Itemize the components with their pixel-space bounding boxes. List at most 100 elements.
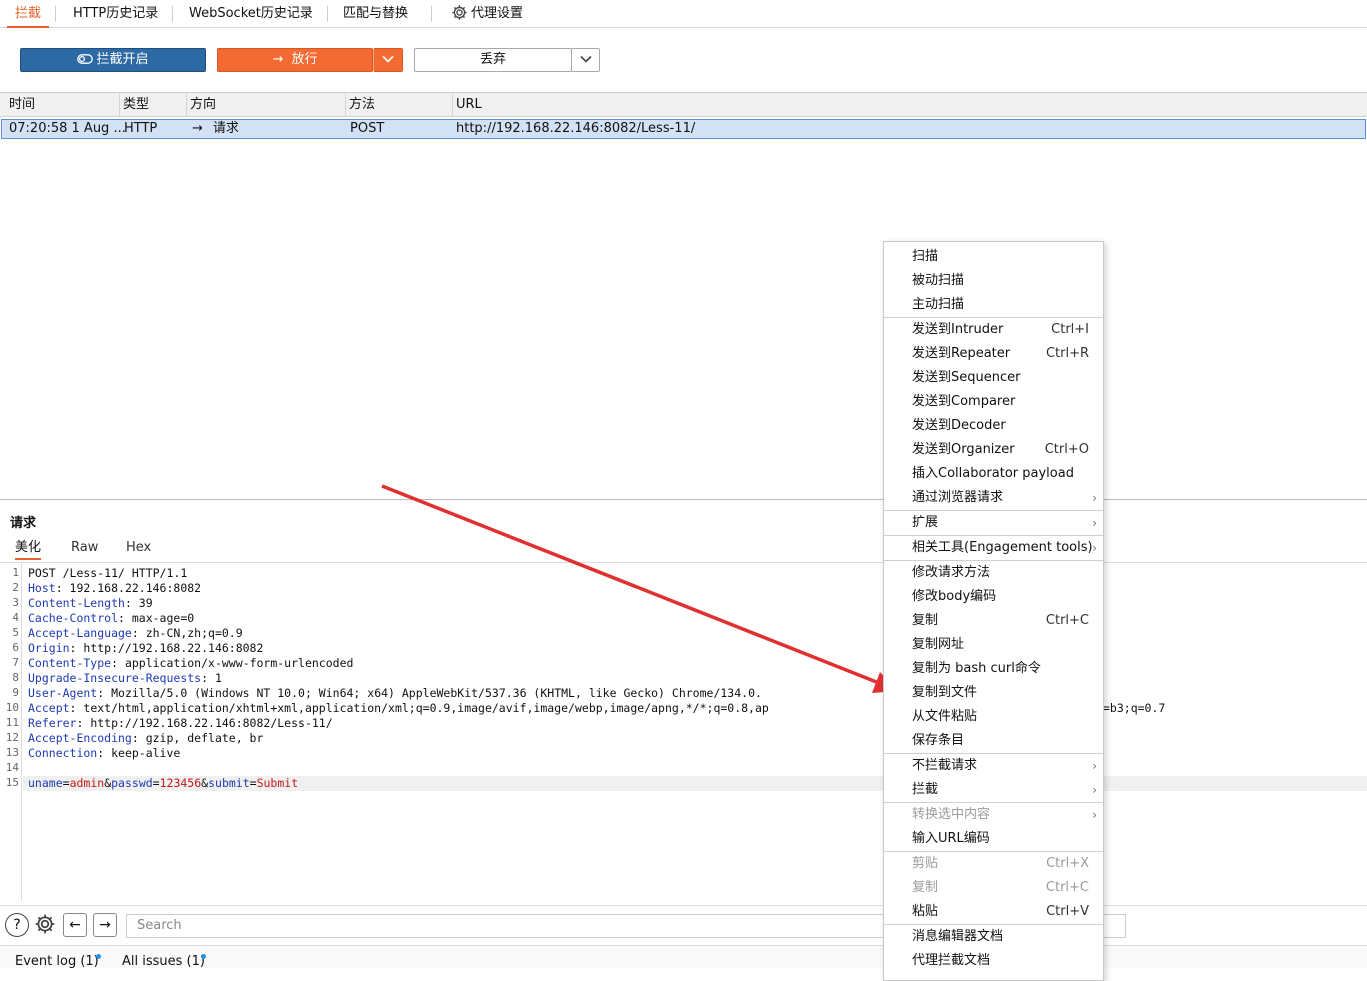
menu-item[interactable]: 发送到Repeater Ctrl+R [884, 342, 1103, 366]
menu-item-label: 复制网址 [912, 637, 965, 652]
code-line: Cache-Control: max-age=0 [28, 611, 194, 625]
menu-item[interactable]: 消息编辑器文档 [884, 925, 1103, 949]
request-body[interactable]: uname=admin&passwd=123456&submit=Submit [28, 776, 298, 790]
table-row[interactable]: 07:20:58 1 Aug ... HTTP → 请求 POST http://… [1, 119, 1366, 139]
menu-item[interactable]: 拦截 › [884, 778, 1103, 802]
menu-item-label: 粘贴 [912, 904, 939, 919]
menu-item-label: 输入URL编码 [912, 831, 990, 846]
notification-dot [96, 954, 101, 959]
forward-arrow-icon[interactable]: → [93, 913, 117, 937]
code-line: Connection: keep-alive [28, 746, 180, 760]
menu-item[interactable]: 输入URL编码 [884, 827, 1103, 851]
menu-item-shortcut: Ctrl+I [1051, 322, 1089, 337]
menu-item[interactable]: 相关工具(Engagement tools) › [884, 536, 1103, 560]
line-number: 4 [12, 611, 19, 624]
menu-item-label: 主动扫描 [912, 297, 965, 312]
chevron-down-icon [579, 55, 592, 63]
column-header-url[interactable]: URL [447, 93, 1367, 117]
menu-item[interactable]: 代理拦截文档 [884, 949, 1103, 973]
tab-pretty[interactable]: 美化 [15, 538, 42, 560]
menu-item[interactable]: 粘贴 Ctrl+V [884, 900, 1103, 924]
menu-item[interactable]: 发送到Comparer [884, 390, 1103, 414]
header-key: Content-Length [28, 596, 125, 610]
menu-item-label: 不拦截请求 [912, 758, 978, 773]
menu-item[interactable]: 发送到Intruder Ctrl+I [884, 318, 1103, 342]
menu-item[interactable]: 保存条目 [884, 729, 1103, 753]
column-header-type[interactable]: 类型 [114, 93, 187, 117]
code-line: Origin: http://192.168.22.146:8082 [28, 641, 263, 655]
menu-item[interactable]: 修改body编码 [884, 585, 1103, 609]
header-value: : text/html,application/xhtml+xml,applic… [69, 701, 769, 715]
tab-divider [327, 6, 328, 22]
forward-button[interactable]: → 放行 [217, 48, 373, 72]
header-key: User-Agent [28, 686, 98, 700]
header-key: Accept-Language [28, 626, 132, 640]
menu-item[interactable]: 从文件粘贴 [884, 705, 1103, 729]
header-value: POST /Less-11/ HTTP/1.1 [28, 566, 188, 580]
tab-intercept[interactable]: 拦截 [7, 0, 50, 28]
line-number: 9 [12, 686, 19, 699]
tab-http-history[interactable]: HTTP历史记录 [73, 0, 158, 28]
back-arrow-icon[interactable]: ← [63, 913, 87, 937]
menu-item[interactable]: 被动扫描 [884, 269, 1103, 293]
menu-item[interactable]: 通过浏览器请求 › [884, 486, 1103, 510]
menu-item-label: 复制 [912, 613, 939, 628]
request-panel-title: 请求 [10, 516, 37, 531]
gear-icon [35, 914, 55, 934]
menu-item[interactable]: 扩展 › [884, 511, 1103, 535]
line-number: 3 [12, 596, 19, 609]
cell-time: 07:20:58 1 Aug ... [9, 121, 126, 136]
menu-item[interactable]: 复制网址 [884, 633, 1103, 657]
chevron-right-icon: › [1092, 541, 1097, 555]
header-value: : 192.168.22.146:8082 [55, 581, 202, 595]
settings-gear-icon[interactable] [33, 913, 57, 937]
intercept-toggle-button[interactable]: 拦截开启 [20, 48, 206, 72]
header-key: Cache-Control [28, 611, 119, 625]
tab-proxy-settings[interactable]: 代理设置 [451, 0, 523, 28]
menu-item[interactable]: 扫描 [884, 245, 1103, 269]
tab-raw[interactable]: Raw [71, 538, 98, 560]
drop-button[interactable]: 丢弃 [414, 48, 572, 72]
line-number: 6 [12, 641, 19, 654]
cell-type: HTTP [124, 121, 158, 136]
menu-item-label: 复制 [912, 880, 939, 895]
param-key: submit [208, 776, 250, 790]
menu-item[interactable]: 复制到文件 [884, 681, 1103, 705]
tab-hex[interactable]: Hex [126, 538, 151, 560]
line-number: 13 [5, 746, 19, 759]
tab-divider [172, 6, 173, 22]
menu-item-label: 复制到文件 [912, 685, 978, 700]
tab-match-replace[interactable]: 匹配与替换 [343, 0, 408, 28]
column-header-time[interactable]: 时间 [0, 93, 120, 117]
code-line: Content-Type: application/x-www-form-url… [28, 656, 353, 670]
menu-item[interactable]: 发送到Organizer Ctrl+O [884, 438, 1103, 462]
column-header-method[interactable]: 方法 [340, 93, 453, 117]
header-value: : 39 [124, 596, 153, 610]
tab-websocket-history[interactable]: WebSocket历史记录 [189, 0, 313, 28]
menu-item[interactable]: 不拦截请求 › [884, 754, 1103, 778]
menu-item[interactable]: 插入Collaborator payload [884, 462, 1103, 486]
header-key: Host [28, 581, 56, 595]
menu-item-shortcut: Ctrl+X [1046, 856, 1089, 871]
menu-item: 转换选中内容 › [884, 803, 1103, 827]
menu-item-shortcut: Ctrl+C [1045, 613, 1089, 628]
all-issues-link[interactable]: All issues (1) [122, 954, 205, 969]
menu-item[interactable]: 复制为 bash curl命令 [884, 657, 1103, 681]
menu-item-label: 发送到Comparer [912, 394, 1016, 409]
request-editor[interactable]: 1 2 3 4 5 6 7 8 9 10 11 12 13 14 POST /Less-11/ HTTP/… [0, 562, 1367, 901]
column-header-direction[interactable]: 方向 [181, 93, 346, 117]
menu-item-label: 拦截 [912, 782, 939, 797]
menu-item[interactable]: 修改请求方法 [884, 561, 1103, 585]
menu-item-label: 发送到Intruder [912, 322, 1004, 337]
header-key: Content-Type [28, 656, 112, 670]
param-value: Submit [256, 776, 299, 790]
menu-item[interactable]: 复制 Ctrl+C [884, 609, 1103, 633]
forward-dropdown-button[interactable] [373, 48, 403, 72]
help-icon[interactable]: ? [5, 913, 29, 937]
menu-item[interactable]: 发送到Decoder [884, 414, 1103, 438]
drop-dropdown-button[interactable] [571, 48, 600, 72]
menu-item[interactable]: 发送到Sequencer [884, 366, 1103, 390]
header-value: : zh-CN,zh;q=0.9 [131, 626, 243, 640]
menu-item[interactable]: 主动扫描 [884, 293, 1103, 317]
event-log-link[interactable]: Event log (1) [15, 954, 99, 969]
